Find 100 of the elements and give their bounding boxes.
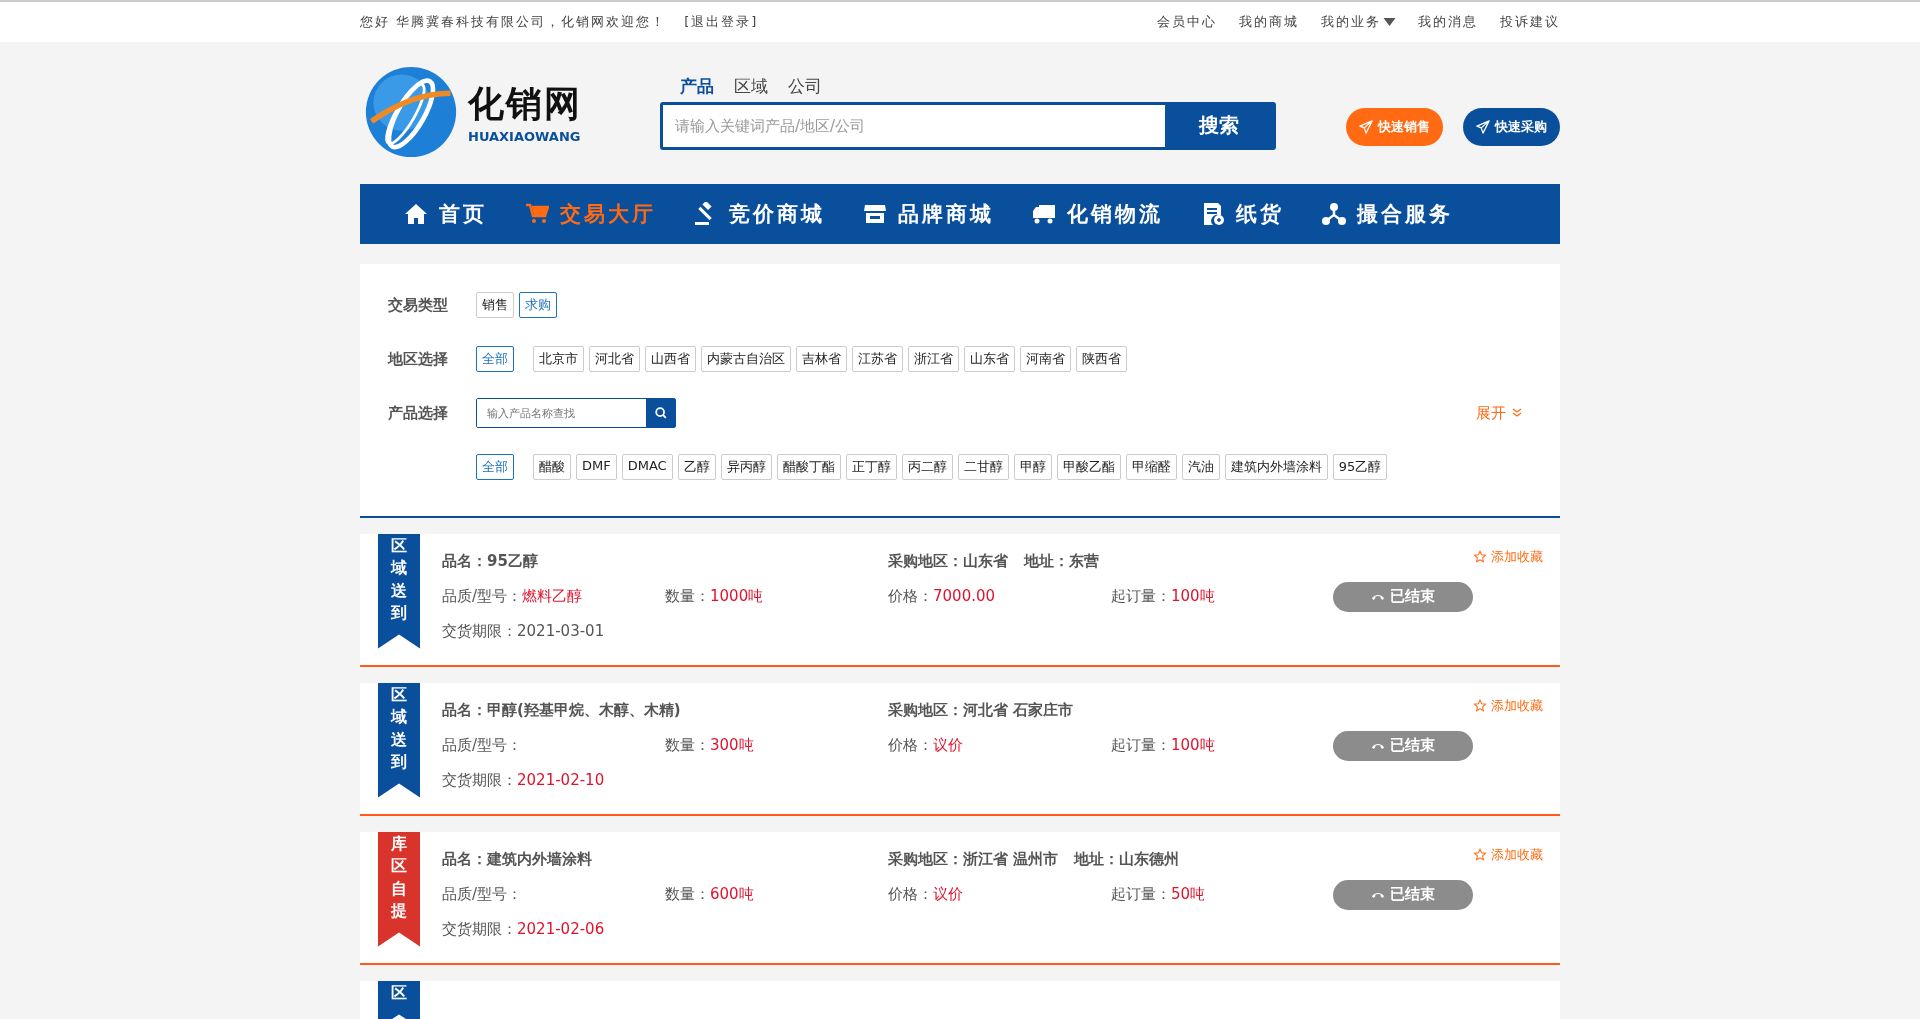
filter-option[interactable]: 山西省 <box>645 346 696 372</box>
nav-item[interactable]: 品牌商城 <box>863 200 994 228</box>
ribbon-tag: 区 <box>378 981 420 1019</box>
phone-icon <box>1371 741 1385 750</box>
filter-option[interactable]: 醋酸丁酯 <box>776 454 841 480</box>
filter-option[interactable]: 乙醇 <box>677 454 716 480</box>
field-value: 2021-02-06 <box>517 920 605 938</box>
filter-label: 交易类型 <box>388 295 449 315</box>
truck-icon <box>1032 202 1056 226</box>
filter-option[interactable]: 95乙醇 <box>1332 454 1388 480</box>
nav-item[interactable]: 纸货 <box>1201 200 1284 228</box>
filter-option[interactable]: DMAC <box>621 454 673 480</box>
filter-option[interactable]: 浙江省 <box>908 346 959 372</box>
field-value: 7000.00 <box>933 587 996 605</box>
document-icon <box>1201 202 1225 226</box>
address-text: 地址：山东德州 <box>1074 850 1180 868</box>
filter-option[interactable]: 全部 <box>476 346 514 372</box>
field-value: 100吨 <box>1171 736 1215 754</box>
search-button[interactable] <box>646 399 675 427</box>
filter-option[interactable]: 甲酸乙酯 <box>1056 454 1121 480</box>
top-nav-link[interactable]: 我的商城 <box>1239 13 1299 31</box>
nav-item[interactable]: 化销物流 <box>1032 200 1163 228</box>
filter-option[interactable]: 建筑内外墙涂料 <box>1224 454 1328 480</box>
search-tab[interactable]: 区域 <box>726 74 776 98</box>
field-value: 50吨 <box>1171 885 1206 903</box>
filter-option[interactable]: 北京市 <box>533 346 584 372</box>
filter-label: 地区选择 <box>388 349 449 369</box>
search-tab[interactable]: 产品 <box>672 74 722 98</box>
nav-item[interactable]: 首页 <box>404 200 487 228</box>
product-name: 品名：95乙醇 <box>442 552 538 570</box>
field-value: 2021-03-01 <box>517 622 605 640</box>
search-icon <box>653 406 668 420</box>
top-nav-link[interactable]: 我的业务 <box>1321 13 1396 31</box>
filter-option[interactable]: 全部 <box>476 454 514 480</box>
filter-option[interactable]: 汽油 <box>1181 454 1220 480</box>
field-label: 价格： <box>888 885 933 903</box>
filter-option[interactable]: DMF <box>576 454 617 480</box>
field-label: 起订量： <box>1111 587 1171 605</box>
field-label: 数量： <box>665 736 710 754</box>
product-name: 品名：甲醇(羟基甲烷、木醇、木精) <box>442 701 681 719</box>
field-value: 600吨 <box>710 885 754 903</box>
field-label: 起订量： <box>1111 736 1171 754</box>
filter-label: 产品选择 <box>388 403 449 423</box>
search-tab[interactable]: 公司 <box>780 74 830 98</box>
filter-option[interactable]: 甲缩醛 <box>1125 454 1177 480</box>
filter-option[interactable]: 河北省 <box>589 346 640 372</box>
search-button[interactable]: 搜索 <box>1165 104 1273 147</box>
top-nav-link[interactable]: 我的消息 <box>1418 13 1478 31</box>
field-label: 数量： <box>665 885 710 903</box>
filter-option[interactable]: 河南省 <box>1020 346 1071 372</box>
field-value: 100吨 <box>1171 587 1215 605</box>
top-nav-link[interactable]: 投诉建议 <box>1500 13 1560 31</box>
field-label: 品质/型号： <box>442 587 523 605</box>
filter-option[interactable]: 异丙醇 <box>720 454 772 480</box>
search-field[interactable]: 请输入关键词产品/地区/公司 搜索 <box>660 101 1276 150</box>
field-label: 交货期限： <box>442 771 517 789</box>
field-value: 2021-02-10 <box>517 771 605 789</box>
field-label: 交货期限： <box>442 920 517 938</box>
filter-option[interactable]: 求购 <box>519 292 557 318</box>
ribbon-tag: 库区自提 <box>378 832 420 947</box>
dropdown-caret-icon <box>1383 18 1396 26</box>
filter-option[interactable]: 吉林省 <box>796 346 847 372</box>
star-icon <box>1473 550 1487 564</box>
filter-option[interactable]: 陕西省 <box>1076 346 1127 372</box>
ribbon-tag: 区域送到 <box>378 534 420 649</box>
filter-option[interactable]: 二甘醇 <box>957 454 1009 480</box>
filter-option[interactable]: 销售 <box>476 292 514 318</box>
paper-plane-icon <box>1359 120 1373 134</box>
nav-item[interactable]: 撮合服务 <box>1322 200 1453 228</box>
nav-item[interactable]: 竞价商城 <box>694 200 825 228</box>
ribbon-tag: 区域送到 <box>378 683 420 798</box>
store-icon <box>863 202 887 226</box>
field-label: 品质/型号： <box>442 885 523 903</box>
logo-pinyin: HUAXIAOWANG <box>468 129 582 144</box>
field-value: 燃料乙醇 <box>522 587 583 605</box>
field-label: 品质/型号： <box>442 736 523 754</box>
star-icon <box>1473 848 1487 862</box>
product-name: 品名：建筑内外墙涂料 <box>442 850 592 868</box>
field-label: 交货期限： <box>442 622 517 640</box>
filter-option[interactable]: 内蒙古自治区 <box>701 346 791 372</box>
quick-button[interactable]: 快速采购 <box>1463 108 1560 146</box>
field-label: 价格： <box>888 736 933 754</box>
field-value: 议价 <box>933 885 963 903</box>
cart-icon <box>525 202 549 226</box>
filter-option[interactable]: 山东省 <box>964 346 1015 372</box>
filter-option[interactable]: 正丁醇 <box>845 454 897 480</box>
product-search-field[interactable]: 输入产品名称查找 <box>476 398 676 428</box>
filter-option[interactable]: 醋酸 <box>533 454 571 480</box>
field-value: 300吨 <box>710 736 754 754</box>
top-nav-link[interactable]: 会员中心 <box>1157 13 1217 31</box>
phone-icon <box>1371 592 1385 601</box>
star-icon <box>1473 699 1487 713</box>
field-label: 起订量： <box>1111 885 1171 903</box>
filter-option[interactable]: 丙二醇 <box>901 454 953 480</box>
region-text: 采购地区：浙江省 温州市 <box>888 850 1059 868</box>
filter-option[interactable]: 江苏省 <box>852 346 903 372</box>
field-label: 价格： <box>888 587 933 605</box>
globe-logo-icon <box>364 65 458 159</box>
filter-option[interactable]: 甲醇 <box>1013 454 1052 480</box>
logout-link[interactable]: [退出登录] <box>684 13 759 31</box>
